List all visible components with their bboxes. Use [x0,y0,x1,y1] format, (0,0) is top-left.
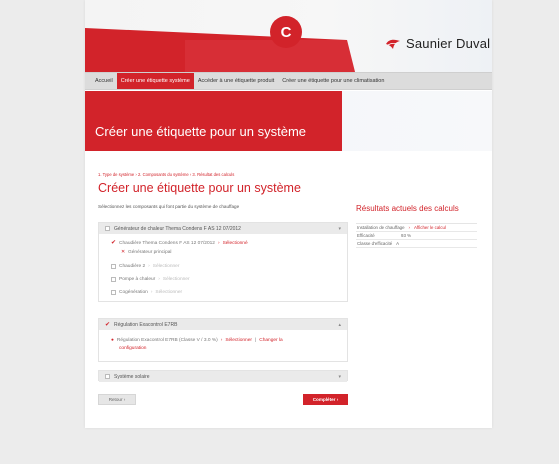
solar-panel: Système solaire ▾ [98,370,348,382]
results-row-installation: Installation de chauffage › Afficher le … [356,224,477,232]
boiler-selected-link[interactable]: Sélectionné [223,241,248,246]
arrow-icon: › [220,338,223,343]
boiler2-checkbox[interactable] [111,264,116,269]
results-label: Installation de chauffage [357,225,405,230]
show-calculation-link[interactable]: Afficher le calcul [414,225,446,230]
principal-label: Générateur principal [128,250,172,255]
checkmark-icon[interactable]: ✔ [111,240,116,246]
regulation-config-link[interactable]: Changer la [259,338,282,343]
generator-panel-header[interactable]: Générateur de chaleur Thema Condens F AS… [99,223,347,234]
cogen-label: Cogénération [119,290,148,295]
radio-selected-icon[interactable]: ● [111,338,114,343]
badge-c: C [270,16,302,48]
hero-title: Créer une étiquette pour un système [95,124,307,139]
breadcrumb[interactable]: 1. Type de système › 2. Composants du sy… [98,172,234,177]
regulation-config-row: configuration [119,346,146,351]
solar-panel-header[interactable]: Système solaire ▾ [99,371,347,382]
main-nav: Accueil Créer une étiquette système Accé… [85,72,492,90]
intro-text: Sélectionnez les composants qui font par… [98,204,240,209]
results-label: Efficacité [357,233,375,238]
nav-creer-etiquette-climatisation[interactable]: Créer une étiquette pour une climatisati… [278,73,388,89]
regulation-label: Régulation Exacontrol E7RB (Classe V / 3… [116,338,218,343]
results-row-efficacite: Efficacité 93 % [356,232,477,240]
site-header: C Saunier Duval [85,0,492,72]
arrow-icon: › [150,290,153,295]
brand-name: Saunier Duval [406,36,491,51]
chevron-down-icon[interactable]: ▾ [338,226,341,232]
results-value: 93 % [401,233,412,238]
page-container: C Saunier Duval Accueil Créer une étique… [85,0,492,428]
arrow-icon: › [148,264,150,269]
heatpump-select-link[interactable]: Sélectionner [163,277,190,282]
cross-icon[interactable]: ✕ [121,250,125,255]
results-title: Résultats actuels des calculs [356,204,459,213]
hero-banner: Créer une étiquette pour un système [85,91,492,151]
results-table: Installation de chauffage › Afficher le … [356,223,477,248]
nav-acceder-etiquette-produit[interactable]: Accéder à une étiquette produit [194,73,278,89]
chevron-up-icon[interactable]: ▴ [338,322,341,328]
heatpump-checkbox[interactable] [111,277,116,282]
page-title: Créer une étiquette pour un système [98,181,301,195]
brand-logo[interactable]: Saunier Duval [385,36,490,51]
arrow-icon: › [217,240,220,246]
checkmark-icon[interactable]: ✔ [105,322,110,328]
arrow-icon: › [408,225,410,230]
generator-header-label: Générateur de chaleur Thema Condens F AS… [114,225,241,232]
generator-checkbox[interactable] [105,226,110,231]
boiler2-label: Chaudière 2 [119,264,146,269]
regulation-select-link[interactable]: Sélectionner [225,338,252,343]
results-label: Classe d'efficacité [357,241,393,246]
cogen-row: Cogénération › Sélectionner [111,290,182,295]
back-button[interactable]: Retour › [98,394,136,405]
heatpump-label: Pompe à chaleur [119,277,156,282]
regulation-header-label: Régulation Exacontrol E7RB [114,321,178,328]
chevron-down-icon[interactable]: ▾ [338,374,341,380]
heatpump-row: Pompe à chaleur › Sélectionner [111,277,190,282]
results-value: A [396,241,400,246]
complete-button[interactable]: Compléter › [303,394,348,405]
boiler2-row: Chaudière 2 › Sélectionner [111,264,179,269]
boiler2-select-link[interactable]: Sélectionner [153,264,180,269]
regulation-config-link-2[interactable]: configuration [119,346,146,351]
cogen-select-link[interactable]: Sélectionner [155,290,182,295]
solar-header-label: Système solaire [114,373,150,380]
regulation-panel-header[interactable]: ✔ Régulation Exacontrol E7RB ▴ [99,319,347,330]
hero-red-panel [85,91,342,151]
solar-checkbox[interactable] [105,374,110,379]
saunier-duval-logo-icon [386,39,400,49]
regulation-row: ● Régulation Exacontrol E7RB (Classe V /… [111,338,283,343]
principal-row: ✕ Générateur principal [121,250,172,255]
nav-accueil[interactable]: Accueil [91,73,117,89]
nav-creer-etiquette-systeme[interactable]: Créer une étiquette système [116,73,194,89]
cogen-checkbox[interactable] [111,290,116,295]
separator: | [254,338,257,343]
boiler-label: Chaudière Thema Condens F AS 12 07/2012 [119,240,215,246]
arrow-icon: › [158,277,160,282]
boiler-row: ✔ Chaudière Thema Condens F AS 12 07/201… [111,240,248,246]
results-row-classe: Classe d'efficacité A [356,240,477,248]
